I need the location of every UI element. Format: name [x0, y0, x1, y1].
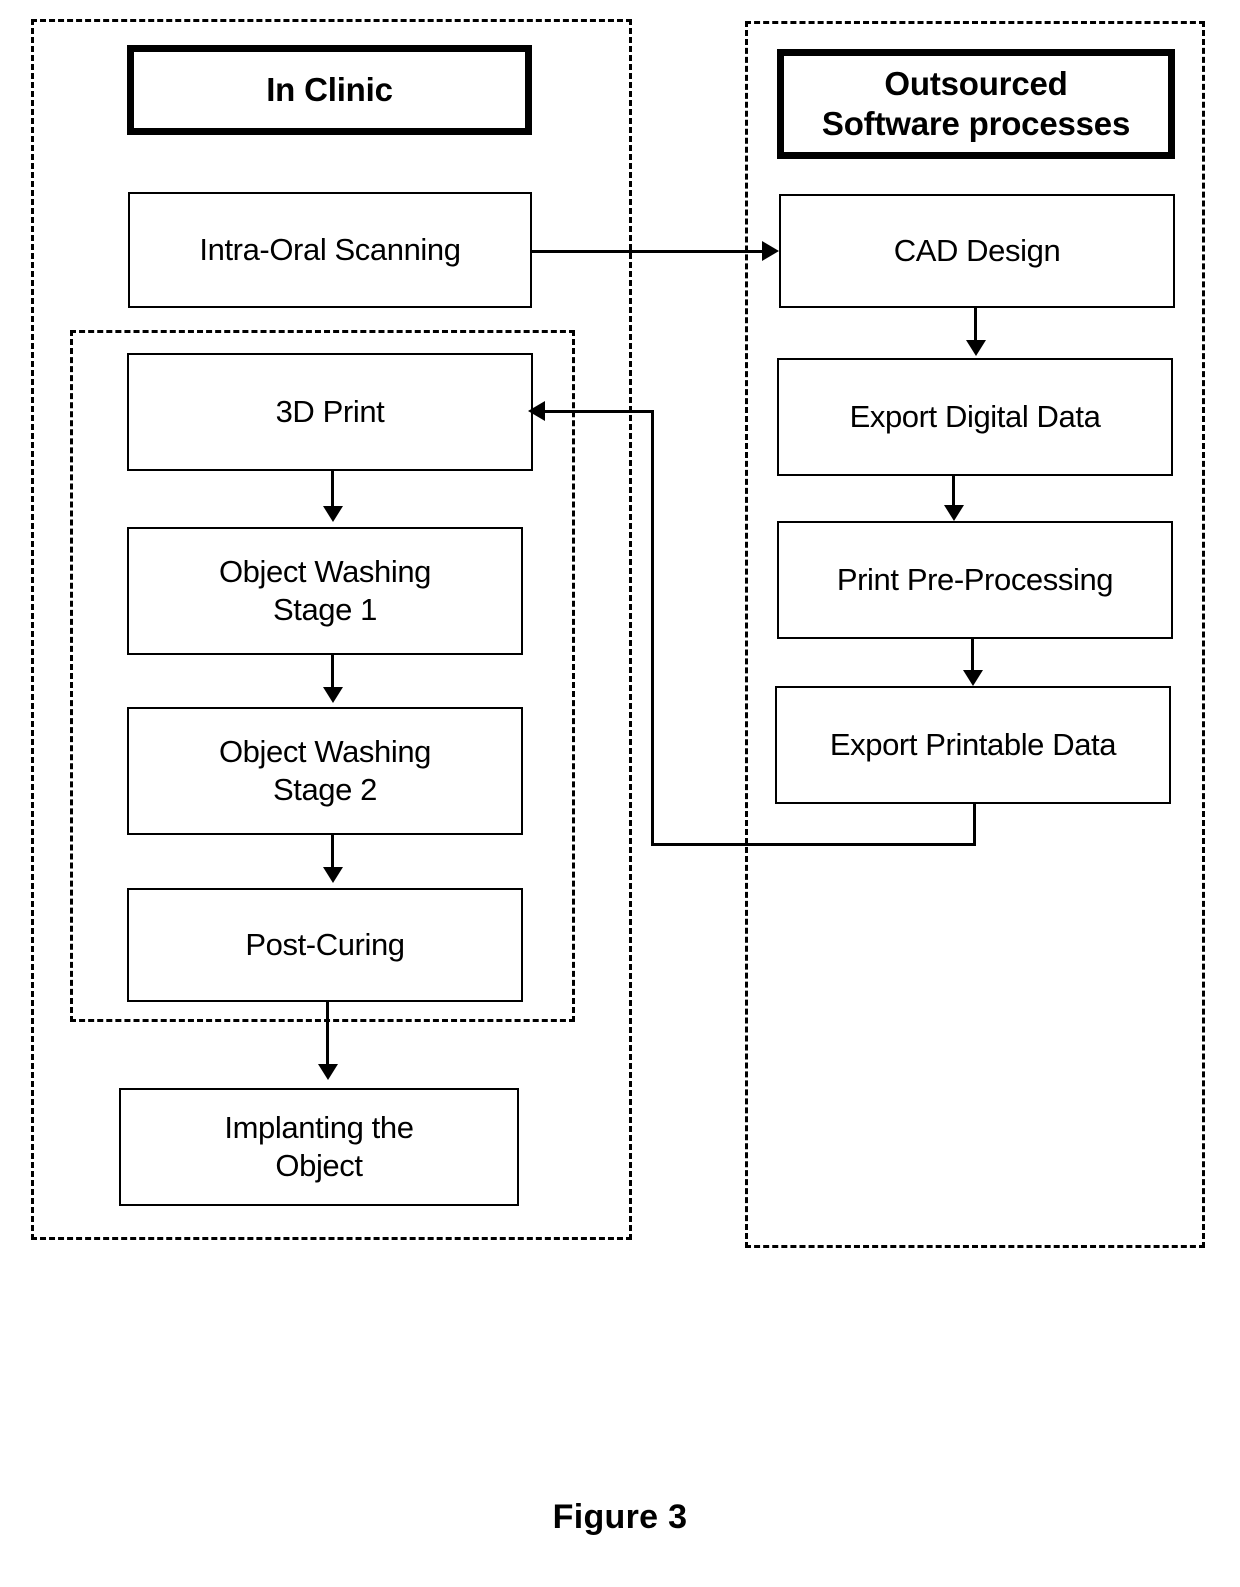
- node-object-washing-stage-2-label-line2: Stage 2: [272, 772, 378, 807]
- node-export-digital-data[interactable]: Export Digital Data: [777, 358, 1173, 476]
- edge-3dprint-to-wash1-arrowhead: [323, 506, 343, 522]
- lane-header-outsourced: Outsourced Software processes: [777, 49, 1175, 159]
- edge-3dprint-to-wash1-line: [331, 471, 334, 509]
- edge-wash1-to-wash2-arrowhead: [323, 687, 343, 703]
- edge-feedback-segment-up: [651, 410, 654, 846]
- edge-preprocessing-to-exportprintable-arrowhead: [963, 670, 983, 686]
- node-intra-oral-scanning-label: Intra-Oral Scanning: [199, 232, 461, 268]
- node-post-curing-label: Post-Curing: [245, 927, 405, 963]
- edge-intraoral-to-cad-line: [532, 250, 764, 253]
- edge-intraoral-to-cad-arrowhead: [762, 241, 779, 261]
- node-export-printable-data[interactable]: Export Printable Data: [775, 686, 1171, 804]
- edge-postcuring-to-implanting-arrowhead: [318, 1064, 338, 1080]
- lane-header-outsourced-label-line1: Outsourced: [884, 64, 1068, 102]
- edge-wash2-to-postcuring-line: [331, 835, 334, 871]
- node-export-printable-data-label: Export Printable Data: [829, 727, 1117, 763]
- node-print-pre-processing-label: Print Pre-Processing: [836, 562, 1114, 598]
- node-print-pre-processing[interactable]: Print Pre-Processing: [777, 521, 1173, 639]
- node-3d-print[interactable]: 3D Print: [127, 353, 533, 471]
- edge-feedback-segment-left-bottom: [651, 843, 976, 846]
- edge-cad-to-exportdigital-arrowhead: [966, 340, 986, 356]
- edge-exportdigital-to-preprocessing-line: [952, 476, 955, 508]
- lane-header-in-clinic: In Clinic: [127, 45, 532, 135]
- lane-header-in-clinic-label: In Clinic: [266, 70, 393, 108]
- node-export-digital-data-label: Export Digital Data: [849, 399, 1101, 435]
- edge-exportdigital-to-preprocessing-arrowhead: [944, 505, 964, 521]
- edge-cad-to-exportdigital-line: [974, 308, 977, 342]
- edge-wash1-to-wash2-line: [331, 655, 334, 691]
- edge-feedback-segment-left-top: [545, 410, 653, 413]
- edge-postcuring-to-implanting-line: [326, 1002, 329, 1070]
- node-object-washing-stage-2-label-line1: Object Washing: [218, 734, 432, 770]
- node-implanting-the-object-label-line1: Implanting the: [224, 1110, 414, 1146]
- node-3d-print-label: 3D Print: [275, 394, 385, 430]
- figure-3-flowchart: In Clinic Intra-Oral Scanning 3D Print O…: [0, 0, 1240, 1587]
- node-object-washing-stage-2[interactable]: Object Washing Stage 2: [127, 707, 523, 835]
- edge-wash2-to-postcuring-arrowhead: [323, 867, 343, 883]
- edge-feedback-arrowhead: [528, 401, 545, 421]
- node-object-washing-stage-1[interactable]: Object Washing Stage 1: [127, 527, 523, 655]
- node-intra-oral-scanning[interactable]: Intra-Oral Scanning: [128, 192, 532, 308]
- node-object-washing-stage-1-label-line2: Stage 1: [272, 592, 378, 627]
- lane-header-outsourced-label-line2: Software processes: [821, 105, 1131, 142]
- node-cad-design[interactable]: CAD Design: [779, 194, 1175, 308]
- node-implanting-the-object-label-line2: Object: [275, 1148, 363, 1183]
- edge-feedback-segment-down: [973, 804, 976, 846]
- figure-caption: Figure 3: [552, 1498, 688, 1536]
- node-cad-design-label: CAD Design: [893, 233, 1061, 269]
- edge-preprocessing-to-exportprintable-line: [971, 639, 974, 673]
- node-post-curing[interactable]: Post-Curing: [127, 888, 523, 1002]
- node-implanting-the-object[interactable]: Implanting the Object: [119, 1088, 519, 1206]
- node-object-washing-stage-1-label-line1: Object Washing: [218, 554, 432, 590]
